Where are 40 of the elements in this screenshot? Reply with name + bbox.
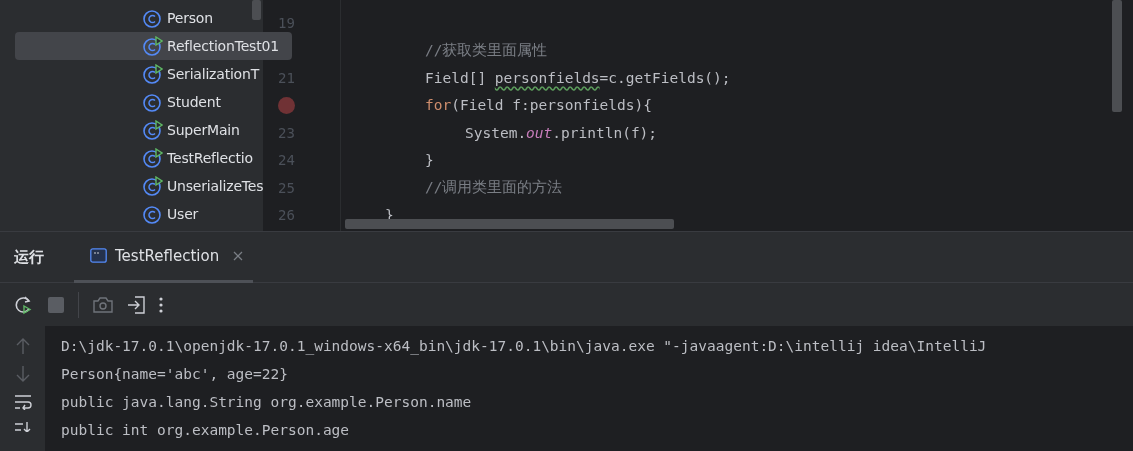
tree-item[interactable]: SuperMain bbox=[15, 116, 263, 144]
more-icon[interactable] bbox=[159, 296, 163, 313]
exit-icon[interactable] bbox=[127, 295, 145, 314]
rerun-icon[interactable] bbox=[14, 294, 34, 315]
code-line: //调用类里面的方法 bbox=[425, 178, 563, 198]
console-line: public int org.example.Person.age bbox=[61, 422, 350, 438]
breakpoint-icon[interactable] bbox=[278, 96, 295, 114]
panel-title: 运行 bbox=[14, 247, 44, 267]
runnable-class-icon bbox=[143, 148, 163, 168]
console-line: D:\jdk-17.0.1\openjdk-17.0.1_windows-x64_bin\jdk-17.0.1\bin\java.exe "-javaagent:D:\intellij idea\IntelliJ bbox=[61, 338, 987, 354]
code-line: } bbox=[425, 152, 434, 169]
class-icon bbox=[143, 204, 163, 224]
tree-item[interactable]: TestReflectio bbox=[15, 144, 263, 172]
tree-item[interactable]: Person bbox=[15, 4, 263, 32]
close-icon[interactable] bbox=[233, 250, 244, 261]
up-arrow-icon[interactable] bbox=[15, 338, 30, 354]
runnable-class-icon bbox=[143, 176, 163, 196]
scroll-end-icon[interactable] bbox=[13, 422, 32, 432]
code-line: System.out.println(f); bbox=[465, 124, 658, 141]
code-line: Field[] personfields=c.getFields(); bbox=[425, 69, 731, 86]
runnable-class-icon bbox=[143, 64, 163, 84]
code-line: //获取类里面属性 bbox=[425, 40, 548, 60]
wrap-icon[interactable] bbox=[13, 394, 32, 410]
runnable-class-icon bbox=[143, 36, 163, 56]
tree-item[interactable]: User bbox=[15, 200, 263, 228]
tree-item[interactable]: UnserializeTes bbox=[15, 172, 263, 200]
class-icon bbox=[143, 92, 163, 112]
console-icon bbox=[90, 248, 107, 263]
tree-item[interactable]: SerializationT bbox=[15, 60, 263, 88]
tree-item[interactable]: Student bbox=[15, 88, 263, 116]
class-icon bbox=[143, 8, 163, 28]
scrollbar[interactable] bbox=[252, 0, 261, 20]
scrollbar[interactable] bbox=[1112, 0, 1122, 112]
console-line: Person{name='abc', age=22} bbox=[61, 366, 288, 382]
runnable-class-icon bbox=[143, 120, 163, 140]
down-arrow-icon[interactable] bbox=[15, 366, 30, 382]
scrollbar[interactable] bbox=[345, 219, 674, 229]
tree-item[interactable]: ReflectionTest01 bbox=[15, 32, 292, 60]
code-line: for(Field f:personfields){ bbox=[425, 97, 652, 114]
console-line: public java.lang.String org.example.Person.name bbox=[61, 394, 472, 410]
